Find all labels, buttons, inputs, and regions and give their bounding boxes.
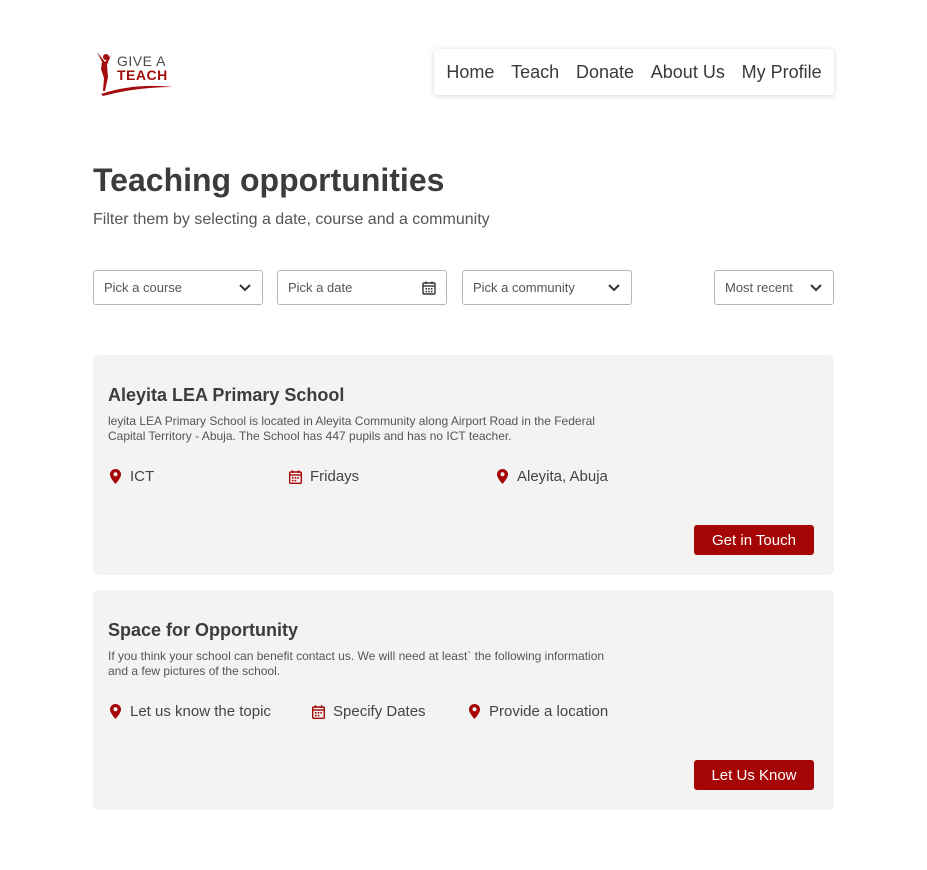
card-schedule: Specify Dates — [311, 703, 426, 720]
get-in-touch-button[interactable]: Get in Touch — [694, 525, 814, 555]
card-description: If you think your school can benefit con… — [108, 649, 605, 678]
opportunity-card: Aleyita LEA Primary School leyita LEA Pr… — [93, 355, 834, 575]
card-course: Let us know the topic — [108, 703, 271, 720]
card-description: leyita LEA Primary School is located in … — [108, 414, 595, 443]
main-nav: Home Teach Donate About Us My Profile — [434, 49, 834, 95]
calendar-icon[interactable] — [422, 281, 436, 295]
card-location: Provide a location — [467, 703, 608, 720]
card-schedule-label: Specify Dates — [333, 703, 426, 720]
location-pin-icon — [495, 469, 509, 485]
card-course: ICT — [108, 468, 154, 485]
date-picker[interactable]: Pick a date — [277, 270, 447, 305]
page: GIVE A TEACH Home Teach Donate About Us … — [0, 0, 927, 870]
community-select[interactable]: Pick a community — [462, 270, 632, 305]
opportunity-card: Space for Opportunity If you think your … — [93, 590, 834, 810]
location-pin-icon — [108, 704, 122, 720]
sort-select[interactable]: Most recent — [714, 270, 834, 305]
location-pin-icon — [108, 469, 122, 485]
nav-teach[interactable]: Teach — [511, 62, 559, 83]
card-schedule-label: Fridays — [310, 468, 360, 485]
course-select-placeholder: Pick a course — [104, 280, 183, 295]
nav-donate[interactable]: Donate — [576, 62, 634, 83]
date-picker-placeholder: Pick a date — [288, 280, 353, 295]
calendar-icon — [311, 704, 325, 720]
card-course-label: ICT — [130, 468, 155, 485]
brand-line-2: TEACH — [117, 67, 168, 83]
card-title: Aleyita LEA Primary School — [108, 385, 345, 405]
calendar-icon — [288, 469, 302, 485]
course-select[interactable]: Pick a course — [93, 270, 263, 305]
location-pin-icon — [467, 704, 481, 720]
card-location: Aleyita, Abuja — [495, 468, 608, 485]
brand-logo[interactable]: GIVE A TEACH — [93, 47, 183, 99]
chevron-down-icon — [809, 281, 823, 295]
chevron-down-icon — [238, 281, 252, 295]
page-subtitle: Filter them by selecting a date, course … — [93, 211, 490, 228]
community-select-placeholder: Pick a community — [473, 280, 575, 295]
card-title: Space for Opportunity — [108, 620, 299, 640]
nav-my-profile[interactable]: My Profile — [742, 62, 822, 83]
let-us-know-button[interactable]: Let Us Know — [694, 760, 814, 790]
page-title: Teaching opportunities — [93, 162, 445, 198]
card-course-label: Let us know the topic — [130, 703, 271, 720]
nav-home[interactable]: Home — [446, 62, 494, 83]
card-schedule: Fridays — [288, 468, 359, 485]
card-location-label: Aleyita, Abuja — [517, 468, 608, 485]
nav-about-us[interactable]: About Us — [651, 62, 725, 83]
sort-select-value: Most recent — [725, 280, 793, 295]
card-location-label: Provide a location — [489, 703, 609, 720]
chevron-down-icon — [607, 281, 621, 295]
